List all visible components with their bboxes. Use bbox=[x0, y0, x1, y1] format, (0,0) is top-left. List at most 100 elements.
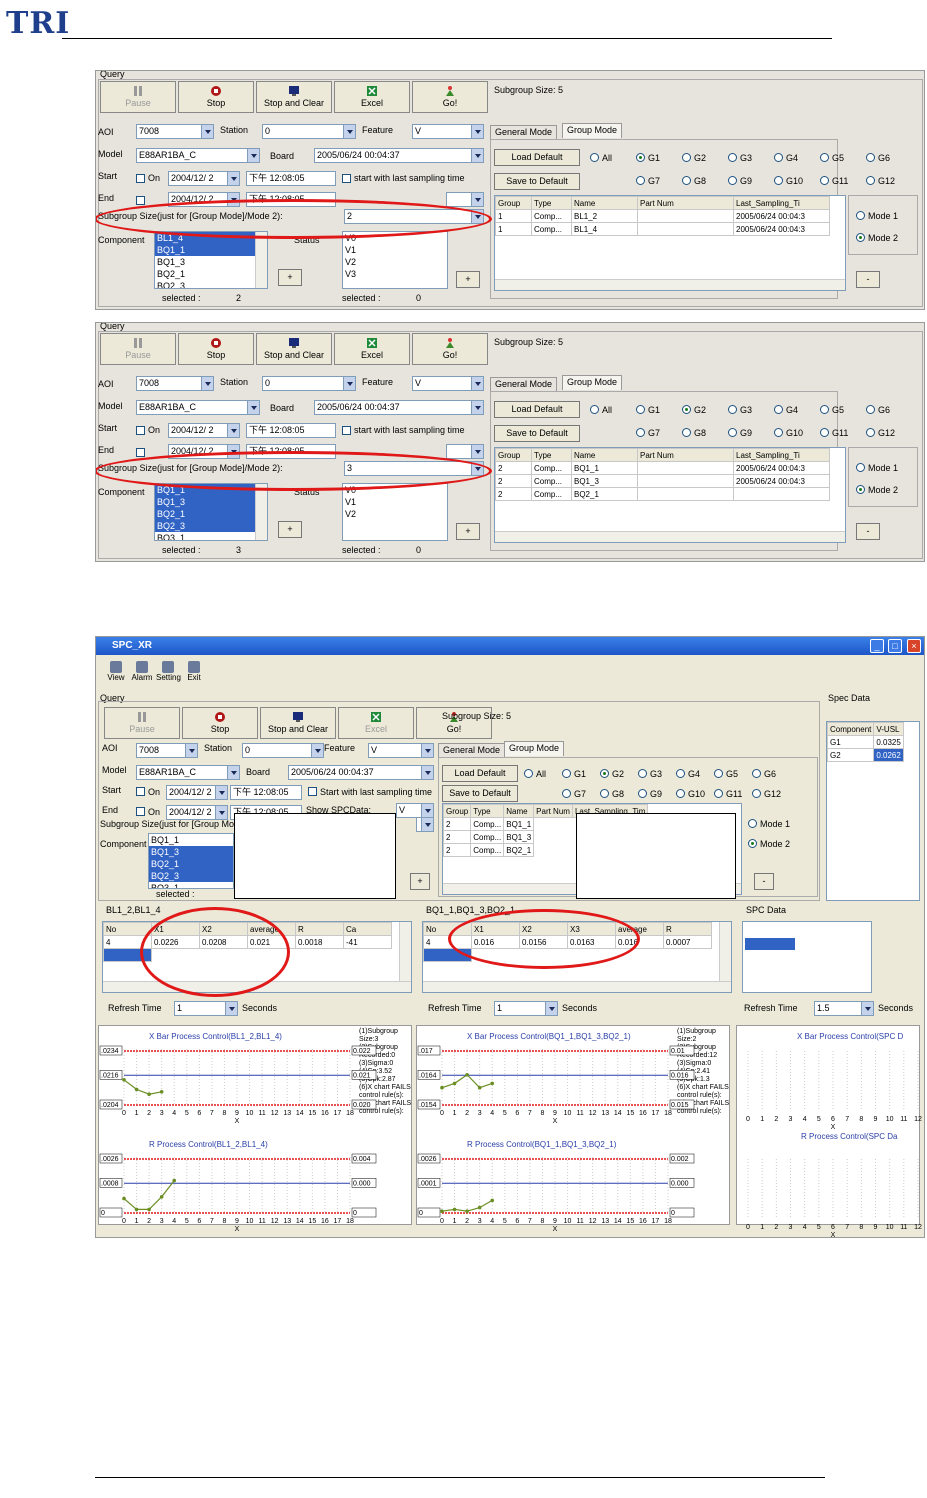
group-radio-g4[interactable] bbox=[774, 405, 783, 414]
status-item[interactable]: V1 bbox=[343, 244, 447, 256]
show-spc-select[interactable] bbox=[446, 192, 484, 207]
remove-group-button[interactable]: - bbox=[754, 873, 774, 890]
group-table[interactable]: Group Type Name Part Num Last_Sampling_Ti 2 Co… bbox=[494, 447, 846, 543]
start-on-checkbox[interactable] bbox=[136, 426, 145, 435]
stop-and-clear-button[interactable]: Stop and Clear bbox=[256, 81, 332, 113]
tab-group-mode[interactable]: Group Mode bbox=[504, 741, 565, 756]
group-radio-g5[interactable] bbox=[820, 153, 829, 162]
model-select-dropdown-icon[interactable] bbox=[247, 401, 259, 414]
menu-alarm[interactable]: Alarm bbox=[130, 661, 154, 682]
status-list[interactable]: V0 V1 V2 bbox=[342, 483, 448, 541]
group-table-scrollbar[interactable] bbox=[495, 279, 845, 290]
go-button[interactable]: Go! bbox=[412, 81, 488, 113]
start-on-checkbox[interactable] bbox=[136, 787, 145, 796]
mode2-radio[interactable] bbox=[856, 233, 865, 242]
table-row[interactable]: 1 Comp... BL1_2 2005/06/24 00:04:3 bbox=[495, 209, 830, 223]
group-radio-g12[interactable] bbox=[866, 428, 875, 437]
group-radio-g4[interactable] bbox=[676, 769, 685, 778]
group-radio-g1[interactable] bbox=[636, 405, 645, 414]
board-select[interactable]: 2005/06/24 00:04:37 bbox=[314, 148, 484, 163]
load-default-button[interactable]: Load Default bbox=[494, 401, 580, 418]
show-spc-select-dropdown-icon[interactable] bbox=[421, 804, 433, 817]
component-item[interactable]: BQ3_1 bbox=[149, 882, 233, 888]
save-default-button[interactable]: Save to Default bbox=[494, 173, 580, 190]
group-radio-g2[interactable] bbox=[682, 153, 691, 162]
group-table-header[interactable]: Type bbox=[531, 448, 572, 462]
group-radio-g11[interactable] bbox=[714, 789, 723, 798]
pause-button[interactable]: Pause bbox=[100, 81, 176, 113]
component-item[interactable]: BQ2_3 bbox=[149, 870, 233, 882]
add-component-button[interactable]: + bbox=[278, 269, 302, 286]
end-date-picker-dropdown-icon[interactable] bbox=[215, 806, 227, 819]
end-on-checkbox[interactable] bbox=[136, 448, 145, 457]
group-table-header[interactable]: Last_Sampling_Ti bbox=[733, 196, 830, 210]
load-default-button[interactable]: Load Default bbox=[494, 149, 580, 166]
component-list-scrollbar[interactable] bbox=[255, 484, 267, 540]
end-on-checkbox[interactable] bbox=[136, 196, 145, 205]
board-select[interactable]: 2005/06/24 00:04:37 bbox=[314, 400, 484, 415]
start-date-picker-dropdown-icon[interactable] bbox=[227, 172, 239, 185]
subgroup-size-select[interactable] bbox=[416, 817, 434, 832]
group-table-header[interactable]: Name bbox=[571, 196, 638, 210]
close-button[interactable]: × bbox=[907, 639, 921, 653]
group-radio-g2[interactable] bbox=[600, 769, 609, 778]
start-on-checkbox[interactable] bbox=[136, 174, 145, 183]
board-select-dropdown-icon[interactable] bbox=[421, 766, 433, 779]
component-list[interactable]: BQ1_1 BQ1_3 BQ2_1 BQ2_3 BQ3_1 bbox=[154, 483, 268, 541]
group-table-header[interactable]: Part Num bbox=[637, 196, 734, 210]
component-item[interactable]: BQ1_3 bbox=[155, 256, 267, 268]
group-table-header[interactable]: Type bbox=[470, 804, 505, 818]
component-list[interactable]: BL1_4 BQ1_1 BQ1_3 BQ2_1 BQ2_3 bbox=[154, 231, 268, 289]
board-select[interactable]: 2005/06/24 00:04:37 bbox=[288, 765, 434, 780]
feature-select[interactable]: V bbox=[368, 743, 434, 758]
mode2-radio[interactable] bbox=[856, 485, 865, 494]
maximize-button[interactable]: □ bbox=[888, 639, 902, 653]
status-item[interactable]: V2 bbox=[343, 256, 447, 268]
table-row[interactable]: 2 Comp... BQ1_1 2005/06/24 00:04:3 bbox=[495, 461, 830, 475]
group-radio-g3[interactable] bbox=[728, 153, 737, 162]
station-select-dropdown-icon[interactable] bbox=[343, 377, 355, 390]
group-radio-g12[interactable] bbox=[866, 176, 875, 185]
excel-button[interactable]: Excel bbox=[334, 81, 410, 113]
group-table-header[interactable]: Type bbox=[531, 196, 572, 210]
start-last-checkbox[interactable] bbox=[308, 787, 317, 796]
stop-and-clear-button[interactable]: Stop and Clear bbox=[256, 333, 332, 365]
show-spc-select-dropdown-icon[interactable] bbox=[471, 445, 483, 458]
save-default-button[interactable]: Save to Default bbox=[442, 785, 518, 802]
group-radio-g9[interactable] bbox=[728, 428, 737, 437]
station-select-dropdown-icon[interactable] bbox=[311, 744, 323, 757]
feature-select[interactable]: V bbox=[412, 376, 484, 391]
start-date-picker[interactable]: 2004/12/ 2 bbox=[168, 423, 240, 438]
component-item[interactable]: BQ2_3 bbox=[155, 520, 267, 532]
component-item[interactable]: BQ2_1 bbox=[155, 268, 267, 280]
station-select[interactable]: 0 bbox=[242, 743, 324, 758]
add-component-button[interactable]: + bbox=[278, 521, 302, 538]
refresh-time-select-1[interactable]: 1 bbox=[174, 1001, 238, 1016]
start-time-spinner[interactable]: 下午 12:08:05 bbox=[246, 171, 336, 186]
end-date-picker[interactable]: 2004/12/ 2 bbox=[166, 805, 228, 820]
group-radio-g8[interactable] bbox=[682, 176, 691, 185]
aoi-select[interactable]: 7008 bbox=[136, 124, 214, 139]
refresh-time-select-1-dropdown-icon[interactable] bbox=[225, 1002, 237, 1015]
group-radio-g8[interactable] bbox=[600, 789, 609, 798]
group-table-header[interactable]: Group bbox=[495, 196, 532, 210]
menu-setting[interactable]: Setting bbox=[156, 661, 181, 682]
tab-group-mode[interactable]: Group Mode bbox=[562, 123, 623, 138]
stop-button[interactable]: Stop bbox=[178, 81, 254, 113]
go-button[interactable]: Go! bbox=[412, 333, 488, 365]
group-radio-g1[interactable] bbox=[636, 153, 645, 162]
save-default-button[interactable]: Save to Default bbox=[494, 425, 580, 442]
feature-select-dropdown-icon[interactable] bbox=[421, 744, 433, 757]
excel-button[interactable]: Excel bbox=[334, 333, 410, 365]
status-item[interactable]: V2 bbox=[343, 508, 447, 520]
group-table-scrollbar[interactable] bbox=[495, 531, 845, 542]
start-date-picker-dropdown-icon[interactable] bbox=[215, 786, 227, 799]
component-item[interactable]: BQ3_1 bbox=[155, 532, 267, 540]
group-table-header[interactable]: Group bbox=[495, 448, 532, 462]
tab-general-mode[interactable]: General Mode bbox=[490, 377, 558, 392]
group-radio-g11[interactable] bbox=[820, 176, 829, 185]
end-on-checkbox[interactable] bbox=[136, 807, 145, 816]
start-last-checkbox[interactable] bbox=[342, 426, 351, 435]
table-row[interactable]: 1 Comp... BL1_4 2005/06/24 00:04:3 bbox=[495, 222, 830, 236]
feature-select-dropdown-icon[interactable] bbox=[471, 377, 483, 390]
